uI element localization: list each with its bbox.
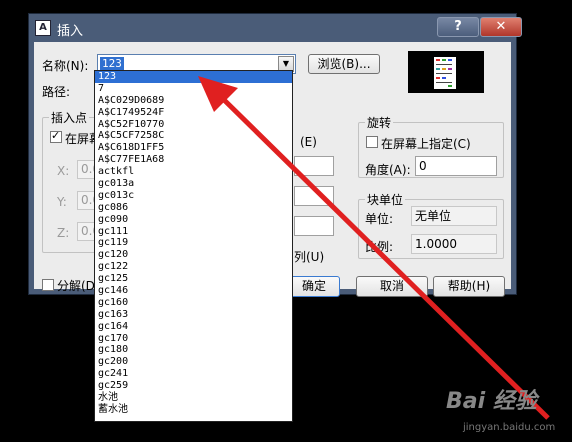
- baidu-watermark-logo: Bai 经验: [446, 389, 537, 414]
- red-annotation-arrow: [198, 76, 550, 420]
- arrow-shaft: [214, 90, 550, 420]
- baidu-watermark-url: jingyan.baidu.com: [463, 422, 556, 433]
